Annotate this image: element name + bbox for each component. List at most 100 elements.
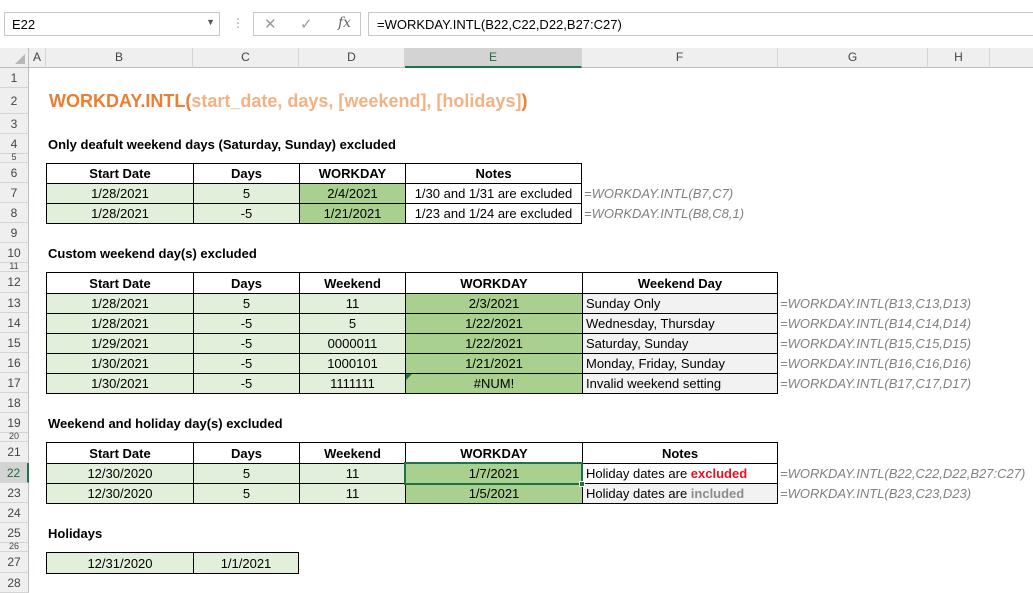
s1-r2-workday[interactable]: 1/21/2021 bbox=[299, 203, 406, 224]
row-header-22[interactable]: 22 bbox=[0, 463, 29, 483]
s2-r4-weekend[interactable]: 1000101 bbox=[299, 353, 406, 374]
row-header-24[interactable]: 24 bbox=[0, 503, 29, 523]
s1-r2-notes[interactable]: 1/23 and 1/24 are excluded bbox=[405, 203, 582, 224]
row-header-8[interactable]: 8 bbox=[0, 203, 29, 223]
row-header-3[interactable]: 3 bbox=[0, 114, 29, 134]
s1-r1-start[interactable]: 1/28/2021 bbox=[46, 183, 194, 204]
s2-r2-days[interactable]: -5 bbox=[193, 313, 300, 334]
s2-header-weekend-day[interactable]: Weekend Day bbox=[582, 272, 778, 294]
row-header-27[interactable]: 27 bbox=[0, 552, 29, 573]
s1-r2-days[interactable]: -5 bbox=[193, 203, 300, 224]
s2-r3-days[interactable]: -5 bbox=[193, 333, 300, 354]
s2-r3-formula[interactable]: =WORKDAY.INTL(B15,C15,D15) bbox=[780, 333, 971, 353]
row-header-23[interactable]: 23 bbox=[0, 483, 29, 503]
s1-header-workday[interactable]: WORKDAY bbox=[299, 163, 406, 184]
row-header-10[interactable]: 10 bbox=[0, 243, 29, 263]
row-header-28[interactable]: 28 bbox=[0, 573, 29, 593]
s2-r2-weekend[interactable]: 5 bbox=[299, 313, 406, 334]
s3-r2-workday[interactable]: 1/5/2021 bbox=[405, 483, 583, 504]
s3-r2-notes[interactable]: Holiday dates are included bbox=[582, 483, 778, 504]
chevron-down-icon[interactable]: ▼ bbox=[206, 17, 215, 27]
row-header-18[interactable]: 18 bbox=[0, 393, 29, 413]
s1-r1-notes[interactable]: 1/30 and 1/31 are excluded bbox=[405, 183, 582, 204]
holiday-date-1[interactable]: 12/31/2020 bbox=[46, 552, 194, 574]
column-header-d[interactable]: D bbox=[299, 48, 405, 68]
row-header-13[interactable]: 13 bbox=[0, 293, 29, 313]
s3-header-weekend[interactable]: Weekend bbox=[299, 442, 406, 464]
select-all-button[interactable] bbox=[0, 48, 29, 68]
s1-r2-formula[interactable]: =WORKDAY.INTL(B8,C8,1) bbox=[584, 203, 744, 223]
s2-r5-start[interactable]: 1/30/2021 bbox=[46, 373, 194, 394]
s1-header-notes[interactable]: Notes bbox=[405, 163, 582, 184]
s2-r2-formula[interactable]: =WORKDAY.INTL(B14,C14,D14) bbox=[780, 313, 971, 333]
s3-r2-formula[interactable]: =WORKDAY.INTL(B23,C23,D23) bbox=[780, 483, 971, 503]
s2-r4-weekend-day[interactable]: Monday, Friday, Sunday bbox=[582, 353, 778, 374]
s2-r1-weekend[interactable]: 11 bbox=[299, 293, 406, 314]
column-header-g[interactable]: G bbox=[778, 48, 928, 68]
s3-r1-formula[interactable]: =WORKDAY.INTL(B22,C22,D22,B27:C27) bbox=[780, 463, 1025, 483]
s1-header-start-date[interactable]: Start Date bbox=[46, 163, 194, 184]
row-header-7[interactable]: 7 bbox=[0, 183, 29, 203]
s1-header-days[interactable]: Days bbox=[193, 163, 300, 184]
s2-r1-formula[interactable]: =WORKDAY.INTL(B13,C13,D13) bbox=[780, 293, 971, 313]
row-header-17[interactable]: 17 bbox=[0, 373, 29, 393]
name-box[interactable]: E22 ▼ bbox=[4, 12, 220, 36]
s2-r1-start[interactable]: 1/28/2021 bbox=[46, 293, 194, 314]
s2-header-weekend[interactable]: Weekend bbox=[299, 272, 406, 294]
row-header-25[interactable]: 25 bbox=[0, 523, 29, 543]
s3-r1-days[interactable]: 5 bbox=[193, 463, 300, 484]
row-header-12[interactable]: 12 bbox=[0, 272, 29, 293]
formula-input[interactable]: =WORKDAY.INTL(B22,C22,D22,B27:C27) bbox=[368, 12, 1033, 36]
row-header-20[interactable]: 20 bbox=[0, 432, 29, 442]
row-header-15[interactable]: 15 bbox=[0, 333, 29, 353]
s2-r5-formula[interactable]: =WORKDAY.INTL(B17,C17,D17) bbox=[780, 373, 971, 393]
s2-r2-start[interactable]: 1/28/2021 bbox=[46, 313, 194, 334]
s3-header-notes[interactable]: Notes bbox=[582, 442, 778, 464]
column-header-f[interactable]: F bbox=[582, 48, 778, 68]
s2-r3-start[interactable]: 1/29/2021 bbox=[46, 333, 194, 354]
error-indicator-icon[interactable] bbox=[406, 374, 412, 380]
row-header-14[interactable]: 14 bbox=[0, 313, 29, 333]
s3-r1-start[interactable]: 12/30/2020 bbox=[46, 463, 194, 484]
s3-header-workday[interactable]: WORKDAY bbox=[405, 442, 583, 464]
fill-handle[interactable] bbox=[579, 481, 585, 487]
row-header-26[interactable]: 26 bbox=[0, 542, 29, 552]
s3-header-start-date[interactable]: Start Date bbox=[46, 442, 194, 464]
row-header-9[interactable]: 9 bbox=[0, 223, 29, 243]
s2-header-days[interactable]: Days bbox=[193, 272, 300, 294]
insert-function-icon[interactable]: fx bbox=[338, 15, 351, 31]
holiday-date-2[interactable]: 1/1/2021 bbox=[193, 552, 299, 574]
column-header-a[interactable]: A bbox=[29, 48, 46, 68]
s1-r2-start[interactable]: 1/28/2021 bbox=[46, 203, 194, 224]
s3-r1-weekend[interactable]: 11 bbox=[299, 463, 406, 484]
s2-r3-weekend-day[interactable]: Saturday, Sunday bbox=[582, 333, 778, 354]
s2-r1-workday[interactable]: 2/3/2021 bbox=[405, 293, 583, 314]
s1-r1-days[interactable]: 5 bbox=[193, 183, 300, 204]
row-header-1[interactable]: 1 bbox=[0, 68, 29, 88]
s2-r4-workday[interactable]: 1/21/2021 bbox=[405, 353, 583, 374]
s2-r3-workday[interactable]: 1/22/2021 bbox=[405, 333, 583, 354]
column-header-b[interactable]: B bbox=[46, 48, 193, 68]
active-cell-selection[interactable] bbox=[404, 462, 583, 485]
column-header-i[interactable] bbox=[990, 48, 1033, 68]
s3-r2-days[interactable]: 5 bbox=[193, 483, 300, 504]
s1-r1-workday[interactable]: 2/4/2021 bbox=[299, 183, 406, 204]
s2-header-start-date[interactable]: Start Date bbox=[46, 272, 194, 294]
row-header-21[interactable]: 21 bbox=[0, 442, 29, 463]
row-header-19[interactable]: 19 bbox=[0, 413, 29, 433]
column-header-c[interactable]: C bbox=[193, 48, 299, 68]
drag-handle-icon[interactable]: ⋮ bbox=[232, 16, 244, 30]
s2-r2-workday[interactable]: 1/22/2021 bbox=[405, 313, 583, 334]
row-header-16[interactable]: 16 bbox=[0, 353, 29, 373]
s3-header-days[interactable]: Days bbox=[193, 442, 300, 464]
s2-r1-days[interactable]: 5 bbox=[193, 293, 300, 314]
s2-r1-weekend-day[interactable]: Sunday Only bbox=[582, 293, 778, 314]
s2-header-workday[interactable]: WORKDAY bbox=[405, 272, 583, 294]
s3-r2-weekend[interactable]: 11 bbox=[299, 483, 406, 504]
s2-r4-start[interactable]: 1/30/2021 bbox=[46, 353, 194, 374]
s2-r3-weekend[interactable]: 0000011 bbox=[299, 333, 406, 354]
s2-r5-workday[interactable]: #NUM! bbox=[405, 373, 583, 394]
s2-r5-weekend[interactable]: 1111111 bbox=[299, 373, 406, 394]
s3-r1-notes[interactable]: Holiday dates are excluded bbox=[582, 463, 778, 484]
column-header-h[interactable]: H bbox=[928, 48, 990, 68]
